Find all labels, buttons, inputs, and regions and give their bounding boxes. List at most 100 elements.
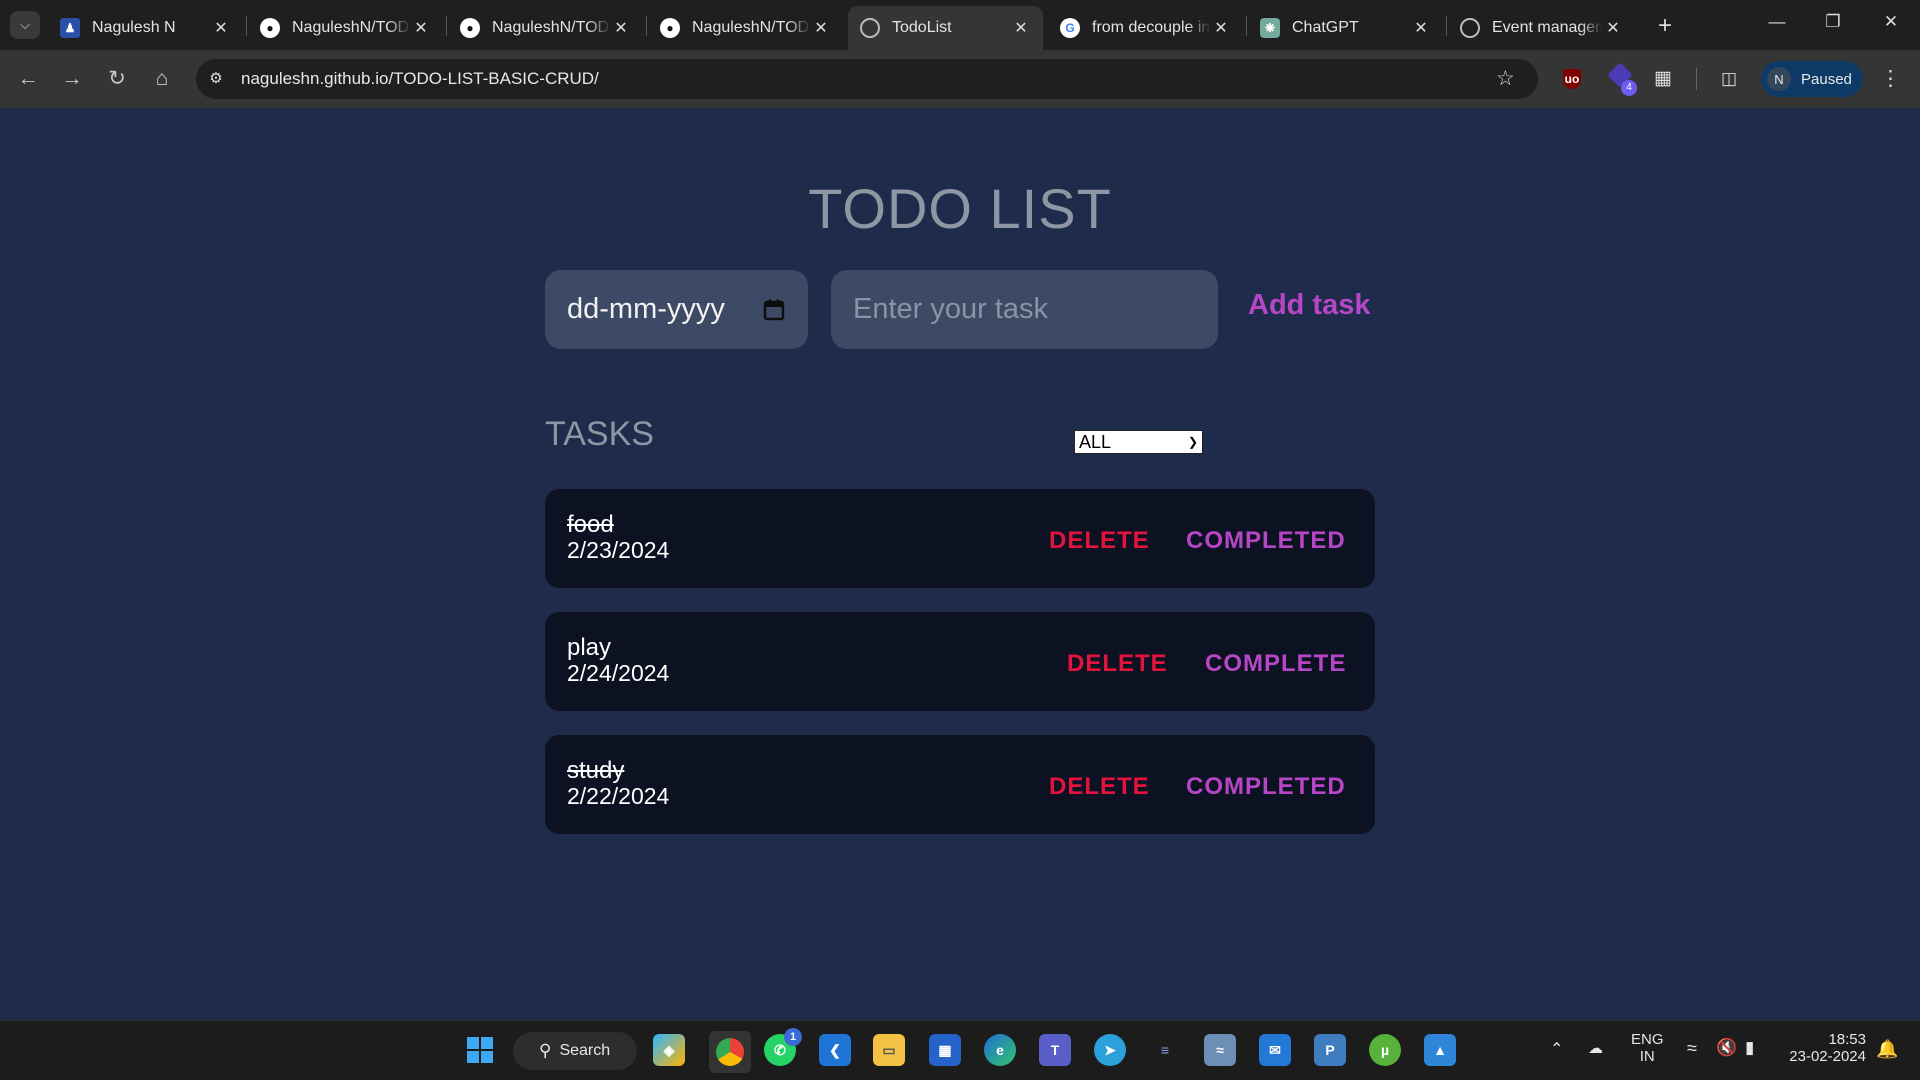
- python-icon[interactable]: P: [1314, 1034, 1346, 1066]
- tab-todolist[interactable]: TodoList ✕: [848, 6, 1043, 50]
- delete-button[interactable]: DELETE: [1049, 527, 1150, 555]
- whatsapp-badge: 1: [784, 1028, 802, 1046]
- close-tab-icon[interactable]: ✕: [1603, 18, 1623, 38]
- telegram-icon[interactable]: ➤: [1094, 1034, 1126, 1066]
- taskbar-search[interactable]: ⚲ Search: [513, 1032, 637, 1070]
- new-tab-button[interactable]: +: [1652, 12, 1678, 40]
- wifi-icon[interactable]: ≈: [1687, 1038, 1697, 1059]
- close-tab-icon[interactable]: ✕: [611, 18, 631, 38]
- more-menu-icon[interactable]: ⋮: [1880, 66, 1901, 91]
- notification-bell-icon[interactable]: 🔔: [1876, 1039, 1898, 1060]
- tab-title: TodoList: [892, 19, 952, 36]
- tab-github-1[interactable]: ● NaguleshN/TODO-LIST-BASIC-CRUD ✕: [248, 6, 443, 50]
- site-info-icon[interactable]: ⚙: [203, 66, 229, 92]
- onedrive-icon[interactable]: ☁: [1588, 1039, 1603, 1057]
- minimize-button[interactable]: —: [1762, 12, 1792, 32]
- file-explorer-icon[interactable]: ▭: [873, 1034, 905, 1066]
- ublock-icon[interactable]: uo: [1559, 66, 1585, 92]
- close-tab-icon[interactable]: ✕: [1411, 18, 1431, 38]
- date-placeholder: dd-mm-yyyy: [567, 293, 725, 325]
- date-input[interactable]: dd-mm-yyyy: [545, 270, 808, 349]
- profile-status: Paused: [1801, 70, 1852, 88]
- chevron-down-icon: ❯: [1187, 435, 1198, 449]
- tab-title: NaguleshN/TODO-LIST-BASIC-CRUD: [492, 19, 611, 36]
- task-name: food: [567, 511, 614, 538]
- globe-icon: [1460, 18, 1480, 38]
- reload-button[interactable]: ↻: [103, 67, 131, 91]
- clock-time: 18:53: [1828, 1031, 1866, 1048]
- azure-data-studio-icon[interactable]: ≡: [1149, 1034, 1181, 1066]
- github-icon: ●: [460, 18, 480, 38]
- language-label: ENG: [1631, 1031, 1664, 1048]
- clock-date: 23-02-2024: [1789, 1048, 1866, 1065]
- edge-icon[interactable]: e: [984, 1034, 1016, 1066]
- tab-chatgpt[interactable]: ❋ ChatGPT ✕: [1248, 6, 1443, 50]
- home-button[interactable]: ⌂: [148, 67, 176, 91]
- close-tab-icon[interactable]: ✕: [1211, 18, 1231, 38]
- windows-start-icon[interactable]: [464, 1034, 496, 1066]
- status-button[interactable]: COMPLETE: [1205, 650, 1346, 678]
- bookmark-star-icon[interactable]: ☆: [1496, 66, 1515, 91]
- teams-icon[interactable]: T: [1039, 1034, 1071, 1066]
- task-date: 2/24/2024: [567, 660, 670, 686]
- add-task-button[interactable]: Add task: [1248, 289, 1370, 322]
- delete-button[interactable]: DELETE: [1067, 650, 1168, 678]
- language-indicator[interactable]: ENG IN: [1631, 1031, 1664, 1065]
- toolbar-divider: [1696, 68, 1697, 90]
- chrome-taskbar-icon[interactable]: [709, 1031, 751, 1073]
- taskbar-search-label: Search: [559, 1042, 611, 1059]
- chevron-up-icon[interactable]: ⌃: [1550, 1039, 1563, 1059]
- tab-nagulesh[interactable]: ♟ Nagulesh N ✕: [48, 6, 243, 50]
- tab-separator: [1446, 16, 1447, 36]
- volume-muted-icon[interactable]: 🔇: [1716, 1038, 1737, 1058]
- tab-separator: [446, 16, 447, 36]
- tab-title: NaguleshN/TODO-LIST-BASIC-CRUD: [692, 19, 811, 36]
- task-card: study 2/22/2024 DELETE COMPLETED: [545, 735, 1375, 834]
- battery-icon[interactable]: ▮: [1745, 1038, 1754, 1058]
- status-button[interactable]: COMPLETED: [1186, 527, 1346, 555]
- globe-icon: [860, 18, 880, 38]
- tab-title: NaguleshN/TODO-LIST-BASIC-CRUD: [292, 19, 411, 36]
- profile-button[interactable]: N Paused: [1761, 61, 1863, 97]
- tab-event-management[interactable]: Event management ✕: [1448, 6, 1635, 50]
- tab-title: Event management: [1492, 19, 1603, 36]
- status-button[interactable]: COMPLETED: [1186, 773, 1346, 801]
- filter-select[interactable]: ALL ❯: [1074, 430, 1203, 454]
- page-title: TODO LIST: [808, 177, 1112, 240]
- close-tab-icon[interactable]: ✕: [211, 18, 231, 38]
- task-input[interactable]: [831, 270, 1218, 349]
- extension-icon[interactable]: 4: [1607, 62, 1637, 96]
- tab-search-button[interactable]: ⌵: [10, 11, 40, 39]
- puzzle-extensions-icon[interactable]: ▦: [1650, 66, 1676, 92]
- vscode-icon[interactable]: ❮: [819, 1034, 851, 1066]
- close-tab-icon[interactable]: ✕: [811, 18, 831, 38]
- calendar-icon[interactable]: [762, 298, 786, 322]
- search-icon: ⚲: [539, 1041, 552, 1060]
- back-button[interactable]: ←: [14, 67, 42, 91]
- close-window-button[interactable]: ✕: [1876, 12, 1906, 32]
- url-text[interactable]: naguleshn.github.io/TODO-LIST-BASIC-CRUD…: [241, 69, 599, 89]
- clock[interactable]: 18:53 23-02-2024: [1786, 1031, 1866, 1065]
- tab-separator: [646, 16, 647, 36]
- filter-selected-value: ALL: [1079, 431, 1112, 452]
- task-card: play 2/24/2024 DELETE COMPLETE: [545, 612, 1375, 711]
- side-panel-icon[interactable]: ◫: [1716, 66, 1742, 92]
- tab-title: Nagulesh N: [92, 19, 176, 36]
- mail-icon[interactable]: ✉: [1259, 1034, 1291, 1066]
- forward-button[interactable]: →: [58, 67, 86, 91]
- tab-github-2[interactable]: ● NaguleshN/TODO-LIST-BASIC-CRUD ✕: [448, 6, 643, 50]
- microsoft-store-icon[interactable]: ▦: [929, 1034, 961, 1066]
- utorrent-icon[interactable]: µ: [1369, 1034, 1401, 1066]
- restore-button[interactable]: ❐: [1818, 12, 1848, 32]
- delete-button[interactable]: DELETE: [1049, 773, 1150, 801]
- copilot-icon[interactable]: ◈: [653, 1034, 685, 1066]
- chatgpt-icon: ❋: [1260, 18, 1280, 38]
- tab-google-search[interactable]: G from decouple import config ✕: [1048, 6, 1243, 50]
- close-tab-icon[interactable]: ✕: [411, 18, 431, 38]
- task-card: food 2/23/2024 DELETE COMPLETED: [545, 489, 1375, 588]
- performance-monitor-icon[interactable]: ≈: [1204, 1034, 1236, 1066]
- photos-icon[interactable]: ▲: [1424, 1034, 1456, 1066]
- tab-github-3[interactable]: ● NaguleshN/TODO-LIST-BASIC-CRUD ✕: [648, 6, 843, 50]
- close-tab-icon[interactable]: ✕: [1011, 18, 1031, 38]
- whatsapp-icon[interactable]: ✆ 1: [764, 1028, 802, 1066]
